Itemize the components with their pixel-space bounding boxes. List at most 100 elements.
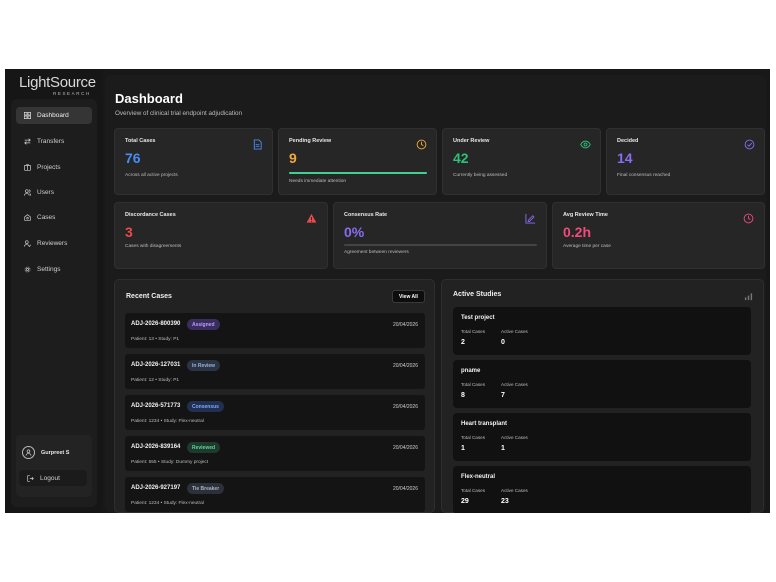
stat-card-discordance[interactable]: Discordance Cases 3 Cases with disagreem… — [114, 202, 328, 269]
active-cases-value: 23 — [501, 498, 509, 505]
stat-desc: Across all active projects — [125, 173, 178, 178]
sidebar-item-reviewers[interactable]: Reviewers — [16, 235, 92, 252]
main-content: Dashboard Overview of clinical trial end… — [103, 69, 770, 513]
active-cases-label: Active Cases — [501, 382, 528, 387]
dashboard-icon — [22, 111, 32, 121]
sidebar-item-label: Users — [37, 189, 54, 196]
document-icon — [252, 137, 263, 150]
sidebar-item-settings[interactable]: Settings — [16, 261, 92, 278]
case-id: ADJ-2026-127031 — [131, 362, 181, 368]
sidebar: LightSource RESEARCH Dashboard Transfers — [5, 69, 103, 513]
active-cases-label: Active Cases — [501, 435, 528, 440]
stat-title: Decided — [617, 138, 639, 144]
status-badge: Reviewed — [187, 442, 221, 453]
stat-card-avg-review-time[interactable]: Avg Review Time 0.2h Average time per ca… — [552, 202, 765, 269]
study-card[interactable]: Test project Total Cases Active Cases 2 … — [453, 307, 751, 355]
study-name: Heart transplant — [461, 421, 508, 427]
sidebar-item-transfers[interactable]: Transfers — [16, 133, 92, 150]
stat-value: 0% — [344, 224, 365, 240]
stat-title: Discordance Cases — [125, 212, 176, 218]
logout-button[interactable]: Logout — [19, 470, 87, 486]
case-date: 20/04/2026 — [392, 404, 418, 410]
status-badge: In Review — [187, 360, 221, 371]
total-cases-label: Total Cases — [461, 435, 485, 440]
stat-card-total-cases[interactable]: Total Cases 76 Across all active project… — [114, 128, 273, 195]
status-badge: Assigned — [187, 319, 220, 330]
case-id: ADJ-2026-800390 — [131, 321, 181, 327]
total-cases-value: 8 — [461, 392, 465, 399]
gear-icon — [22, 265, 32, 275]
warning-icon — [306, 211, 317, 223]
brand-name: LightSource — [19, 74, 96, 91]
study-name: Test project — [461, 315, 495, 321]
user-icon — [25, 449, 32, 456]
logout-label: Logout — [40, 474, 60, 482]
bar-chart-icon — [744, 293, 753, 301]
study-card[interactable]: pname Total Cases Active Cases 8 7 — [453, 360, 751, 408]
sidebar-item-label: Reviewers — [37, 240, 68, 247]
case-meta: Patient: 13 • Study: P1 — [131, 337, 180, 342]
page-subtitle: Overview of clinical trial endpoint adju… — [115, 110, 243, 117]
stat-desc: Agreement between reviewers — [344, 250, 409, 255]
case-row[interactable]: ADJ-2026-839164 Reviewed 20/04/2026 Pati… — [125, 436, 425, 471]
total-cases-label: Total Cases — [461, 382, 485, 387]
sidebar-item-label: Cases — [37, 214, 56, 221]
case-date: 20/04/2026 — [392, 486, 418, 492]
sidebar-item-label: Dashboard — [37, 112, 69, 119]
active-studies-panel: Active Studies Test project Total Cases … — [441, 279, 764, 513]
recent-cases-title: Recent Cases — [126, 293, 172, 300]
users-icon — [22, 188, 32, 198]
active-cases-value: 7 — [501, 392, 505, 399]
sidebar-item-label: Projects — [37, 164, 61, 171]
chart-edit-icon — [525, 211, 536, 224]
stat-desc: Cases with disagreements — [125, 244, 182, 249]
consensus-progress-bar — [344, 244, 537, 246]
user-profile[interactable]: Gurpreet S — [22, 446, 69, 459]
stat-value: 42 — [453, 150, 469, 166]
stat-card-pending-review[interactable]: Pending Review 9 Needs immediate attenti… — [278, 128, 437, 195]
total-cases-value: 29 — [461, 498, 469, 505]
reviewers-icon — [22, 239, 32, 249]
view-all-button[interactable]: View All — [392, 290, 425, 303]
case-date: 20/04/2026 — [392, 322, 418, 328]
stat-card-consensus-rate[interactable]: Consensus Rate 0% Agreement between revi… — [333, 202, 547, 269]
case-meta: Patient: 1234 • Study: Flex-neutral — [131, 419, 204, 424]
case-row[interactable]: ADJ-2026-927197 Tie Breaker 20/04/2026 P… — [125, 477, 425, 512]
sidebar-item-users[interactable]: Users — [16, 184, 92, 201]
case-row[interactable]: ADJ-2026-127031 In Review 20/04/2026 Pat… — [125, 354, 425, 389]
case-date: 20/04/2026 — [392, 363, 418, 369]
active-cases-label: Active Cases — [501, 329, 528, 334]
page-title: Dashboard — [115, 91, 183, 106]
stat-desc: Average time per case — [563, 244, 611, 249]
stat-value: 3 — [125, 224, 133, 240]
recent-cases-panel: Recent Cases View All ADJ-2026-800390 As… — [114, 279, 435, 513]
sidebar-item-cases[interactable]: Cases — [16, 209, 92, 226]
case-row[interactable]: ADJ-2026-800390 Assigned 20/04/2026 Pati… — [125, 313, 425, 348]
active-cases-value: 1 — [501, 445, 505, 452]
app-window: LightSource RESEARCH Dashboard Transfers — [5, 69, 770, 513]
stat-desc: Final consensus reached — [617, 173, 671, 178]
study-name: pname — [461, 368, 481, 374]
status-badge: Consensus — [187, 401, 224, 412]
total-cases-value: 2 — [461, 339, 465, 346]
active-cases-label: Active Cases — [501, 488, 528, 493]
total-cases-label: Total Cases — [461, 329, 485, 334]
logout-icon — [27, 474, 34, 482]
case-date: 20/04/2026 — [392, 445, 418, 451]
stat-card-decided[interactable]: Decided 14 Final consensus reached — [606, 128, 765, 195]
stat-desc: Needs immediate attention — [289, 179, 347, 184]
avatar — [22, 446, 35, 459]
case-id: ADJ-2026-927197 — [131, 485, 181, 491]
brand-sub: RESEARCH — [53, 91, 91, 96]
case-row[interactable]: ADJ-2026-571773 Consensus 20/04/2026 Pat… — [125, 395, 425, 430]
transfer-icon — [22, 137, 32, 147]
sidebar-item-projects[interactable]: Projects — [16, 159, 92, 176]
sidebar-item-dashboard[interactable]: Dashboard — [16, 107, 92, 124]
case-meta: Patient: 12 • Study: P1 — [131, 378, 180, 383]
case-id: ADJ-2026-839164 — [131, 444, 181, 450]
study-card[interactable]: Flex-neutral Total Cases Active Cases 29… — [453, 466, 751, 513]
active-studies-title: Active Studies — [453, 291, 502, 298]
case-id: ADJ-2026-571773 — [131, 403, 181, 409]
study-card[interactable]: Heart transplant Total Cases Active Case… — [453, 413, 751, 461]
stat-card-under-review[interactable]: Under Review 42 Currently being assessed — [442, 128, 601, 195]
